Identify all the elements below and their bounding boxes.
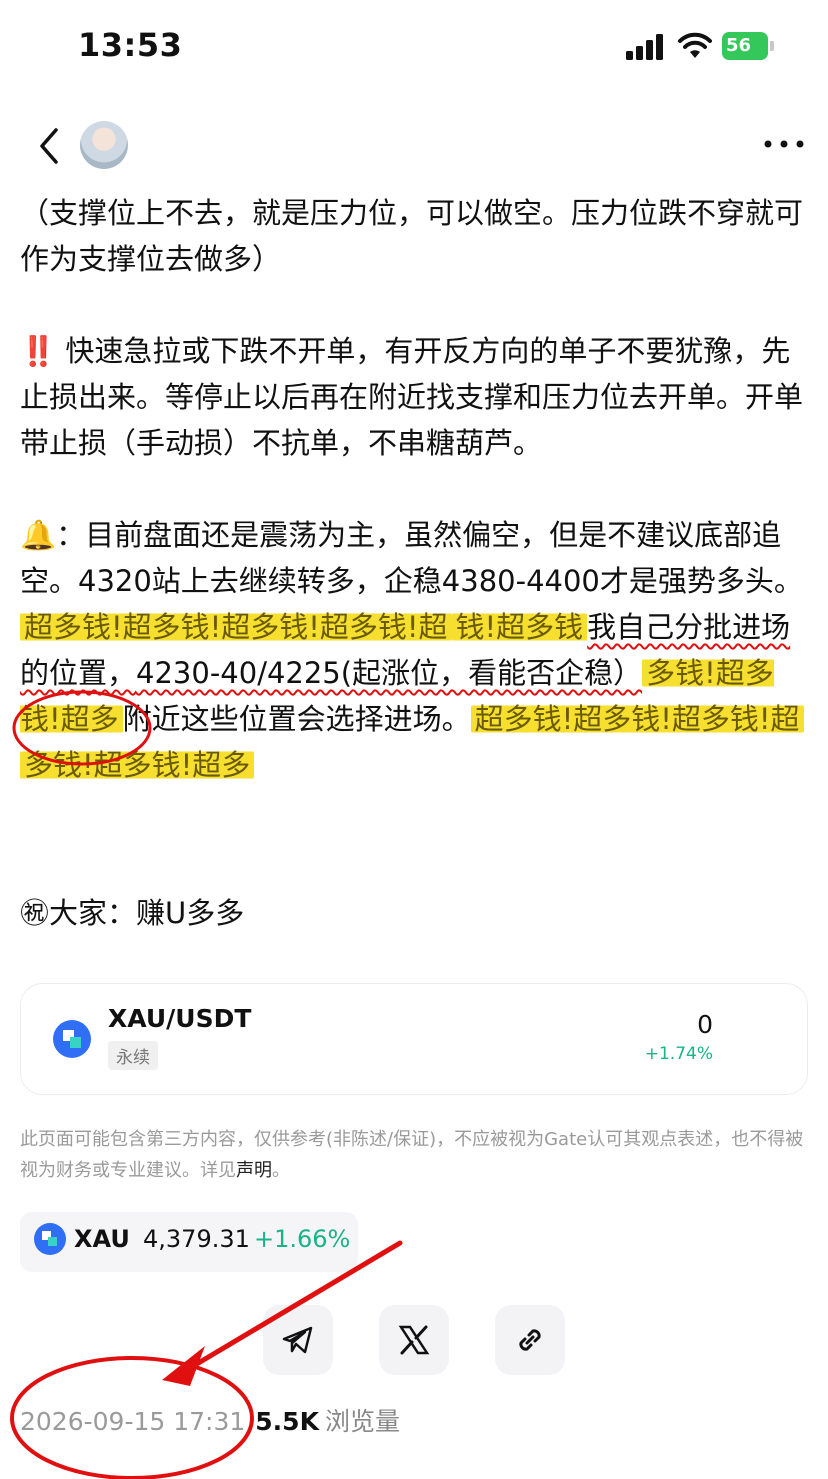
post-text: 附近这些位置会选择进场。 [122, 702, 471, 736]
mosaic-overlay: 超多钱!超多钱!超多钱!超 [470, 702, 804, 736]
link-icon [519, 1329, 541, 1351]
gate-coin-icon [34, 1223, 66, 1255]
x-icon [398, 1325, 430, 1355]
post-meta: 2026-09-15 17:31 5.5K 浏览量 [20, 1402, 400, 1442]
annotation-arrowhead [162, 1346, 205, 1386]
contract-type-badge: 永续 [108, 1041, 158, 1070]
bell-icon: 🔔 [20, 518, 57, 552]
pair-price: 0 [697, 1010, 713, 1039]
view-count: 5.5K [255, 1407, 319, 1436]
post-blessing: ㊗大家：赚U多多 [20, 896, 245, 930]
statement-link[interactable]: 声明 [236, 1160, 272, 1181]
ticker-price: 4,379.31 [143, 1225, 250, 1253]
double-exclamation-icon: ‼️ [20, 334, 57, 368]
post-content: （支撑位上不去，就是压力位，可以做空。压力位跌不穿就可作为支撑位去做多） ‼️ … [20, 190, 810, 788]
pair-symbol: XAU/USDT [108, 1004, 252, 1033]
pair-change: +1.74% [644, 1044, 713, 1064]
gate-coin-icon [53, 1020, 91, 1058]
status-time: 13:53 [78, 26, 183, 64]
copy-link-button[interactable] [495, 1305, 565, 1375]
trading-pair-card[interactable]: XAU/USDT 永续 0 +1.74% [20, 983, 808, 1095]
wifi-icon [678, 32, 712, 58]
post-paragraph: （支撑位上不去，就是压力位，可以做空。压力位跌不穿就可作为支撑位去做多） [20, 196, 804, 276]
post-date: 2026-09-15 17:31 [20, 1407, 246, 1436]
ticker-chip[interactable]: XAU 4,379.31 +1.66% [20, 1212, 358, 1272]
view-count-label: 浏览量 [324, 1407, 400, 1436]
disclaimer-text: 此页面可能包含第三方内容，仅供参考(非陈述/保证)，不应被视为Gate认可其观点… [20, 1129, 804, 1181]
disclaimer-end: 。 [272, 1160, 290, 1181]
share-x-button[interactable] [379, 1305, 449, 1375]
post-header [0, 110, 828, 182]
circled-price: 4230-40 [136, 656, 258, 690]
telegram-icon [282, 1326, 313, 1354]
mosaic-overlay: 超多钱!超多钱!超多钱!超多钱!超 [20, 610, 452, 644]
mosaic-overlay: 多钱!超多钱!超多 [20, 748, 255, 782]
status-bar: 13:53 56 [0, 0, 828, 96]
post-paragraph: ‼️ 快速急拉或下跌不开单，有开反方向的单子不要犹豫，先止损出来。等停止以后再在… [20, 328, 810, 466]
more-horizontal-icon[interactable] [760, 132, 808, 156]
disclaimer: 此页面可能包含第三方内容，仅供参考(非陈述/保证)，不应被视为Gate认可其观点… [20, 1124, 810, 1186]
battery-level: 56 [722, 32, 768, 60]
cellular-signal-icon [626, 34, 663, 60]
author-avatar[interactable] [80, 121, 128, 169]
post-paragraph: 🔔：目前盘面还是震荡为主，虽然偏空，但是不建议底部追空。4320站上去继续转多，… [20, 512, 810, 788]
chevron-left-icon[interactable] [30, 122, 70, 170]
share-telegram-button[interactable] [263, 1305, 333, 1375]
post-text: ：目前盘面还是震荡为主，虽然偏空，但是不建议底部追空。4320站上去继续转多，企… [20, 518, 803, 598]
ticker-symbol: XAU [74, 1225, 130, 1253]
ticker-change: +1.66% [254, 1225, 351, 1253]
mosaic-overlay: 钱!超多钱 [451, 610, 588, 644]
post-text: 快速急拉或下跌不开单，有开反方向的单子不要犹豫，先止损出来。等停止以后再在附近找… [20, 334, 804, 460]
battery-icon: 56 [722, 32, 774, 60]
post-text: /4225(起涨位，看能否企稳） [257, 656, 643, 690]
